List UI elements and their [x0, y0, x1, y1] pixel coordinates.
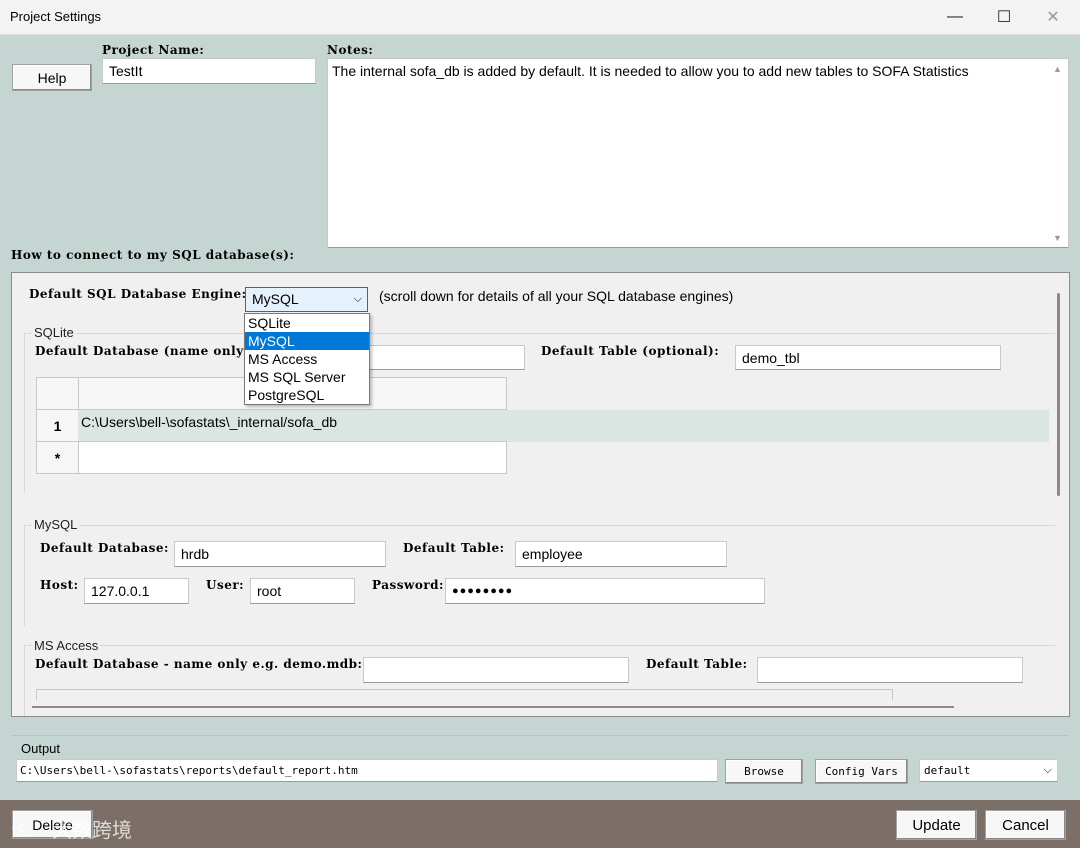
table-row[interactable]: C:\Users\bell-\sofastats\_internal/sofa_…: [78, 410, 1049, 442]
project-name-label: Project Name:: [102, 43, 205, 57]
sqlite-default-db-label: Default Database (name only):: [35, 344, 255, 358]
browse-button[interactable]: Browse: [725, 759, 803, 784]
engine-option-mysql[interactable]: MySQL: [245, 332, 369, 350]
mysql-default-db-input[interactable]: hrdb: [174, 541, 386, 567]
title-bar: Project Settings — ☐ ✕: [0, 0, 1080, 35]
cancel-button[interactable]: Cancel: [985, 810, 1066, 840]
mysql-user-input[interactable]: root: [250, 578, 355, 604]
engine-option-msaccess[interactable]: MS Access: [245, 350, 369, 368]
watermark-icon: ⓒ: [12, 816, 32, 840]
engine-select[interactable]: MySQL ⌵: [245, 287, 368, 312]
msaccess-group-title: MS Access: [32, 638, 101, 653]
engine-dropdown-list[interactable]: SQLite MySQL MS Access MS SQL Server Pos…: [244, 313, 370, 405]
database-settings-panel: Default SQL Database Engine: MySQL ⌵ (sc…: [11, 272, 1070, 717]
output-path-input[interactable]: C:\Users\bell-\sofastats\reports\default…: [16, 759, 718, 782]
horizontal-scrollbar[interactable]: [32, 706, 954, 708]
report-style-value: default: [924, 764, 971, 777]
mysql-user-label: User:: [206, 578, 245, 592]
sqlite-default-table-input[interactable]: demo_tbl: [735, 345, 1001, 370]
scroll-up-icon[interactable]: ▲: [1053, 64, 1062, 74]
sqlite-group-title: SQLite: [32, 325, 76, 340]
mysql-default-table-label: Default Table:: [403, 541, 505, 555]
notes-label: Notes:: [327, 43, 374, 57]
report-style-select[interactable]: default ⌵: [919, 759, 1058, 782]
msaccess-grid-header: [36, 689, 893, 700]
engine-option-mssql[interactable]: MS SQL Server: [245, 368, 369, 386]
watermark-text: 大数跨境: [52, 818, 132, 842]
mysql-host-input[interactable]: 127.0.0.1: [84, 578, 189, 604]
sqlite-default-table-label: Default Table (optional):: [541, 344, 720, 358]
mysql-default-table-input[interactable]: employee: [515, 541, 727, 567]
notes-text: The internal sofa_db is added by default…: [332, 63, 969, 79]
grid-corner: [36, 377, 79, 410]
sqlite-default-db-input[interactable]: [368, 345, 525, 370]
mysql-default-db-label: Default Database:: [40, 541, 169, 555]
msaccess-default-table-input[interactable]: [757, 657, 1023, 683]
notes-textarea[interactable]: The internal sofa_db is added by default…: [327, 58, 1069, 248]
window-title: Project Settings: [10, 9, 102, 24]
msaccess-default-table-label: Default Table:: [646, 657, 748, 671]
mysql-group-title: MySQL: [32, 517, 80, 532]
chevron-down-icon: ⌵: [1043, 764, 1052, 776]
output-label: Output: [21, 741, 61, 756]
connect-heading: How to connect to my SQL database(s):: [11, 248, 295, 262]
msaccess-default-db-input[interactable]: [363, 657, 629, 683]
engine-label: Default SQL Database Engine:: [29, 287, 247, 301]
close-button[interactable]: ✕: [1030, 0, 1076, 34]
vertical-scrollbar[interactable]: [1057, 293, 1060, 496]
chevron-down-icon: ⌵: [353, 293, 362, 305]
engine-option-postgresql[interactable]: PostgreSQL: [245, 386, 369, 404]
table-row[interactable]: [78, 441, 507, 474]
mysql-password-input[interactable]: ●●●●●●●●: [445, 578, 765, 604]
help-button[interactable]: Help: [12, 64, 92, 91]
engine-selected-value: MySQL: [252, 291, 299, 307]
scroll-down-icon[interactable]: ▼: [1053, 233, 1062, 243]
mysql-host-label: Host:: [40, 578, 79, 592]
grid-row-number[interactable]: 1: [36, 409, 79, 442]
minimize-button[interactable]: —: [932, 0, 978, 34]
config-vars-button[interactable]: Config Vars: [815, 759, 908, 784]
grid-new-row-marker[interactable]: *: [36, 441, 79, 474]
engine-option-sqlite[interactable]: SQLite: [245, 314, 369, 332]
mysql-password-label: Password:: [372, 578, 444, 592]
maximize-button[interactable]: ☐: [981, 0, 1027, 34]
project-name-input[interactable]: TestIt: [102, 58, 316, 84]
engine-hint: (scroll down for details of all your SQL…: [379, 288, 734, 304]
msaccess-default-db-label: Default Database - name only e.g. demo.m…: [35, 657, 363, 671]
sqlite-db-path: C:\Users\bell-\sofastats\_internal/sofa_…: [81, 414, 338, 430]
update-button[interactable]: Update: [896, 810, 977, 840]
